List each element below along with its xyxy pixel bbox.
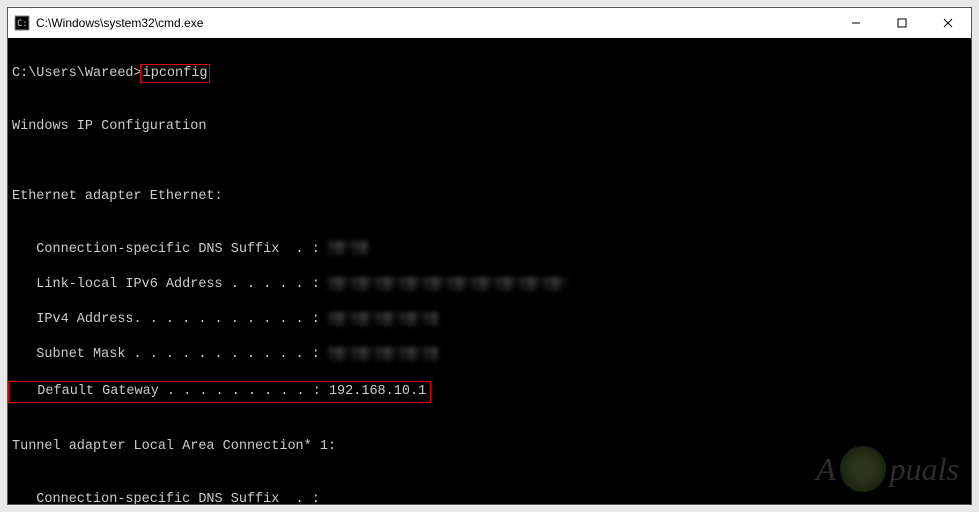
window-title: C:\Windows\system32\cmd.exe (36, 16, 833, 30)
terminal-line: Link-local IPv6 Address . . . . . : (12, 276, 967, 294)
svg-text:C:\: C:\ (17, 19, 30, 29)
redacted-value (328, 347, 438, 361)
minimize-button[interactable] (833, 8, 879, 38)
terminal-line: Windows IP Configuration (12, 118, 967, 136)
terminal-line: Subnet Mask . . . . . . . . . . . : (12, 346, 967, 364)
maximize-button[interactable] (879, 8, 925, 38)
redacted-value (328, 277, 568, 291)
terminal-line: Connection-specific DNS Suffix . : (12, 241, 967, 259)
watermark-text-a: A (816, 451, 836, 488)
highlighted-command: ipconfig (140, 64, 211, 84)
watermark: A puals (816, 446, 959, 492)
watermark-text-b: puals (890, 451, 959, 488)
terminal-line: Ethernet adapter Ethernet: (12, 188, 967, 206)
redacted-value (328, 241, 368, 255)
watermark-icon (840, 446, 886, 492)
close-button[interactable] (925, 8, 971, 38)
cmd-window: C:\ C:\Windows\system32\cmd.exe C:\Users… (7, 7, 972, 505)
titlebar[interactable]: C:\ C:\Windows\system32\cmd.exe (8, 8, 971, 38)
terminal-line: Default Gateway . . . . . . . . . : 192.… (12, 381, 967, 403)
terminal-line: Connection-specific DNS Suffix . : (12, 491, 967, 504)
redacted-value (328, 312, 438, 326)
terminal-line: IPv4 Address. . . . . . . . . . . : (12, 311, 967, 329)
highlighted-gateway: Default Gateway . . . . . . . . . : 192.… (8, 381, 431, 403)
cmd-icon: C:\ (14, 15, 30, 31)
prompt-prefix: C:\Users\Wareed> (12, 66, 142, 81)
terminal-body[interactable]: C:\Users\Wareed>ipconfig Windows IP Conf… (8, 38, 971, 504)
terminal-line: C:\Users\Wareed>ipconfig (12, 64, 967, 84)
window-controls (833, 8, 971, 38)
